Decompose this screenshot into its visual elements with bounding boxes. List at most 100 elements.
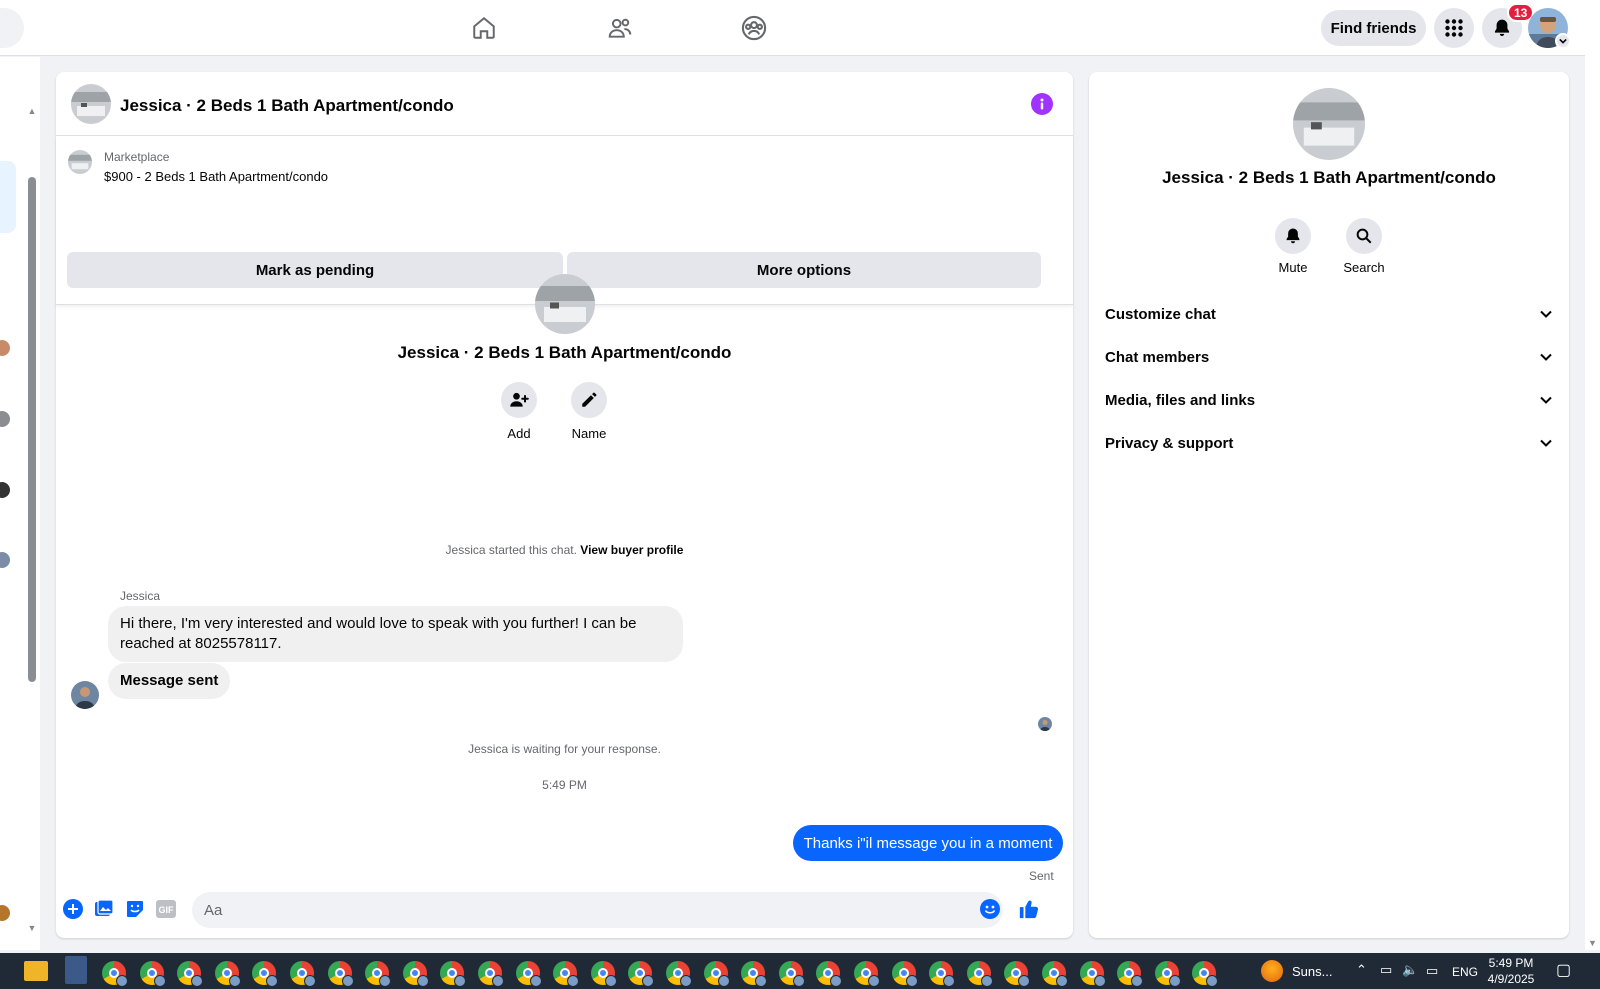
- taskbar-clock[interactable]: 5:49 PM 4/9/2025: [1476, 955, 1546, 987]
- chrome-icon[interactable]: [102, 961, 128, 987]
- chrome-icon[interactable]: [854, 961, 880, 987]
- chrome-icon[interactable]: [1117, 961, 1144, 987]
- listing-thumbnail[interactable]: [71, 84, 111, 124]
- chrome-icon[interactable]: [778, 961, 805, 987]
- conversation-avatar[interactable]: [0, 411, 10, 427]
- mute-button[interactable]: Mute: [1263, 218, 1323, 275]
- weather-text[interactable]: Suns...: [1292, 964, 1332, 979]
- chrome-icon[interactable]: [327, 961, 354, 987]
- search-in-conversation-button[interactable]: Search: [1334, 218, 1394, 275]
- scroll-up-arrow-icon[interactable]: ▲: [27, 106, 37, 116]
- bell-icon: [1286, 228, 1300, 244]
- chevron-down-icon: [1540, 439, 1552, 447]
- profile-badge-icon: [529, 975, 542, 987]
- chat-members-section[interactable]: Chat members: [1105, 337, 1553, 377]
- mark-as-pending-button[interactable]: Mark as pending: [67, 252, 563, 288]
- friends-icon[interactable]: [602, 12, 638, 44]
- language-indicator[interactable]: ENG: [1452, 965, 1478, 979]
- groups-icon[interactable]: [736, 12, 772, 44]
- chrome-icon[interactable]: [290, 961, 316, 987]
- chrome-icon[interactable]: [816, 961, 843, 987]
- home-icon[interactable]: [466, 12, 502, 44]
- chrome-icon[interactable]: [703, 961, 730, 987]
- message-input[interactable]: [192, 892, 1003, 928]
- show-hidden-icons-chevron-icon[interactable]: ⌃: [1356, 962, 1367, 978]
- chrome-icon[interactable]: [666, 961, 692, 987]
- search-button[interactable]: [0, 8, 24, 48]
- file-explorer-icon[interactable]: [24, 961, 48, 981]
- chat-title[interactable]: Jessica · 2 Beds 1 Bath Apartment/condo: [120, 96, 454, 116]
- thumbs-up-icon[interactable]: [1018, 898, 1040, 920]
- view-buyer-profile-link[interactable]: View buyer profile: [580, 543, 683, 557]
- menu-grid-icon: [1445, 19, 1463, 37]
- chrome-icon[interactable]: [1192, 961, 1219, 987]
- info-panel-title: Jessica · 2 Beds 1 Bath Apartment/condo: [1162, 168, 1496, 187]
- outgoing-message-bubble[interactable]: Thanks i"il message you in a moment: [793, 825, 1063, 861]
- chrome-icon[interactable]: [929, 961, 956, 987]
- profile-badge-icon: [304, 975, 316, 987]
- chrome-icon[interactable]: [1079, 961, 1106, 987]
- volume-icon[interactable]: 🔈: [1402, 962, 1418, 978]
- chrome-icon[interactable]: [1004, 961, 1031, 987]
- chat-header: Jessica · 2 Beds 1 Bath Apartment/condo: [56, 72, 1073, 136]
- sender-avatar[interactable]: [71, 681, 99, 709]
- chrome-icon[interactable]: [478, 961, 504, 987]
- chrome-icon[interactable]: [628, 961, 655, 987]
- display-icon[interactable]: ▭: [1426, 963, 1438, 979]
- incoming-message-bubble[interactable]: Message sent: [108, 663, 231, 699]
- chrome-icon[interactable]: [553, 961, 580, 987]
- customize-chat-section[interactable]: Customize chat: [1105, 294, 1553, 334]
- pinned-app-icon[interactable]: [65, 956, 87, 984]
- section-label: Chat members: [1105, 348, 1210, 366]
- account-menu-chevron-icon[interactable]: [1555, 33, 1571, 49]
- chrome-icon[interactable]: [515, 961, 542, 987]
- notification-center-icon[interactable]: ▢: [1556, 960, 1571, 980]
- find-friends-button[interactable]: Find friends: [1321, 10, 1426, 46]
- message-sent-status: Sent: [1029, 869, 1054, 883]
- chrome-icon[interactable]: [590, 961, 617, 987]
- chrome-icon[interactable]: [966, 961, 993, 987]
- scroll-down-arrow-icon[interactable]: ▼: [27, 923, 37, 933]
- chat-intro-avatar[interactable]: [535, 274, 595, 334]
- incoming-message-bubble[interactable]: Hi there, I'm very interested and would …: [108, 606, 683, 662]
- scrollbar-thumb[interactable]: [28, 177, 36, 682]
- conversation-info-icon[interactable]: [1031, 93, 1053, 115]
- info-panel-avatar[interactable]: [1293, 88, 1365, 160]
- chrome-icon[interactable]: [365, 961, 392, 987]
- media-files-links-section[interactable]: Media, files and links: [1105, 380, 1553, 420]
- chrome-icon[interactable]: [402, 961, 429, 987]
- plus-circle-icon[interactable]: [62, 898, 84, 920]
- gif-icon[interactable]: GIF: [155, 898, 177, 920]
- chrome-icon[interactable]: [891, 961, 918, 987]
- name-chat-button[interactable]: Name: [559, 382, 619, 441]
- listing-thumbnail[interactable]: [68, 150, 92, 174]
- name-label: Name: [571, 426, 607, 441]
- weather-icon[interactable]: [1261, 960, 1283, 982]
- chrome-icon[interactable]: [741, 961, 768, 987]
- selected-conversation-indicator[interactable]: [0, 161, 16, 233]
- menu-grid-button[interactable]: [1434, 8, 1474, 48]
- sticker-icon[interactable]: [124, 898, 146, 920]
- photo-icon[interactable]: [93, 898, 115, 920]
- conversation-avatar[interactable]: [0, 552, 10, 568]
- chrome-icon[interactable]: [177, 961, 204, 987]
- conversation-avatar[interactable]: [0, 905, 10, 921]
- chrome-icon[interactable]: [214, 961, 241, 987]
- chevron-down-icon: [1540, 396, 1552, 404]
- add-people-button[interactable]: Add: [489, 382, 549, 441]
- listing-price-title[interactable]: $900 - 2 Beds 1 Bath Apartment/condo: [104, 169, 328, 184]
- conversation-avatar[interactable]: [0, 340, 10, 356]
- chrome-icon[interactable]: [139, 961, 166, 987]
- chrome-icon[interactable]: [440, 961, 467, 987]
- privacy-support-section[interactable]: Privacy & support: [1105, 423, 1553, 463]
- page-scroll-down-arrow-icon[interactable]: ▼: [1588, 938, 1597, 948]
- more-options-button[interactable]: More options: [567, 252, 1041, 288]
- chrome-icon[interactable]: [1154, 961, 1181, 987]
- clock-date: 4/9/2025: [1487, 972, 1535, 986]
- chrome-icon[interactable]: [1042, 961, 1068, 987]
- emoji-icon[interactable]: [979, 898, 1001, 920]
- chrome-icon[interactable]: [252, 961, 279, 987]
- page-scrollbar[interactable]: [1585, 0, 1600, 950]
- conversation-avatar[interactable]: [0, 482, 10, 498]
- network-icon[interactable]: ▭: [1380, 962, 1392, 978]
